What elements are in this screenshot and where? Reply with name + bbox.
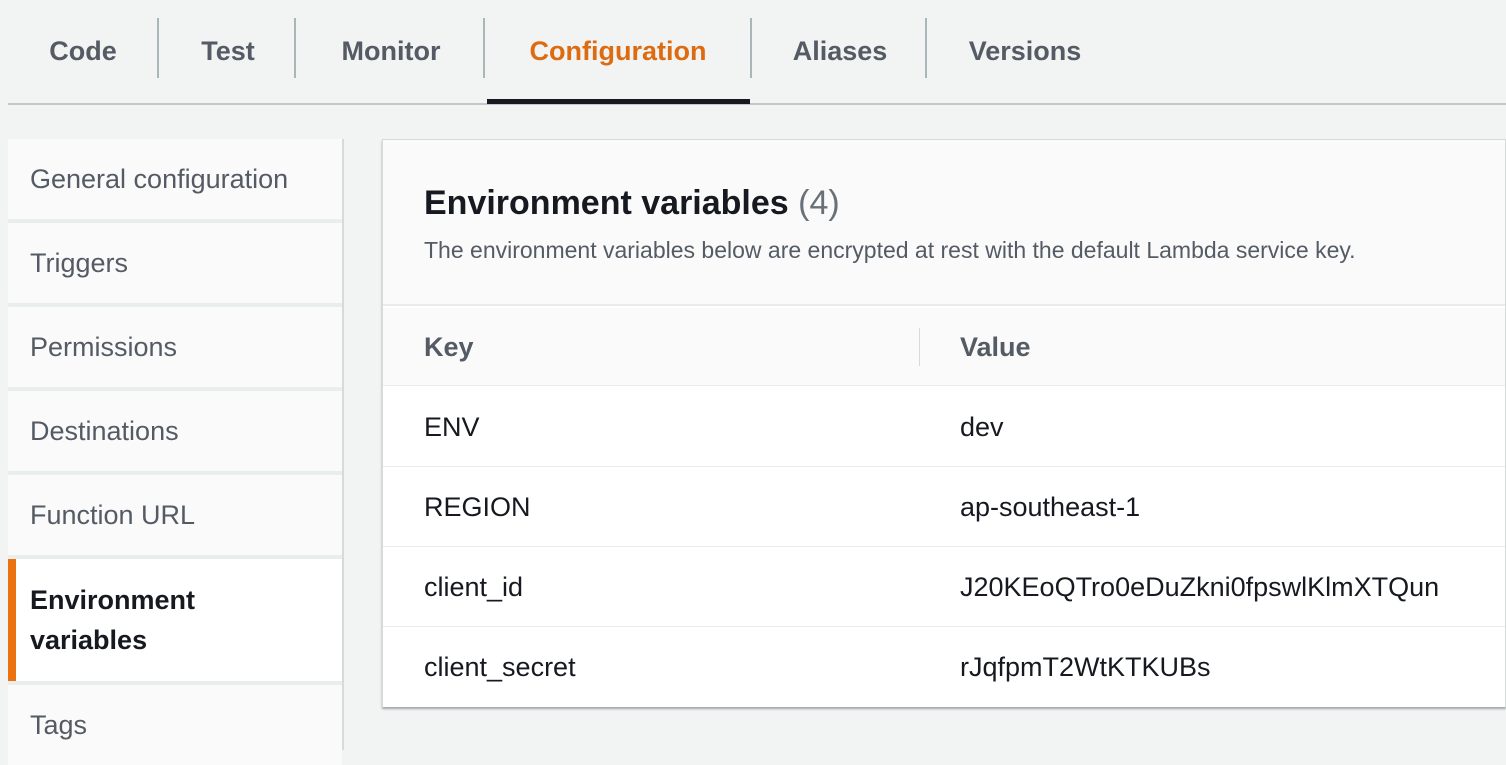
tab-divider [925, 18, 927, 78]
sidebar-item-environment-variables[interactable]: Environment variables [8, 559, 342, 681]
column-divider [919, 328, 920, 366]
variable-count: (4) [798, 184, 840, 222]
variable-key: client_id [424, 571, 524, 602]
sidebar-item-tags[interactable]: Tags [8, 685, 342, 765]
column-header-key[interactable]: Key [424, 308, 474, 386]
sidebar-item-function-url[interactable]: Function URL [8, 475, 342, 555]
table-row: REGION ap-southeast-1 [383, 467, 1505, 547]
tab-bar: Code Test Monitor Configuration Aliases … [8, 0, 1506, 105]
variable-key: client_secret [424, 651, 576, 682]
table-row: ENV dev [383, 387, 1505, 467]
table-row: client_id J20KEoQTro0eDuZkni0fpswlKlmXTQ… [383, 547, 1505, 627]
table-header: Key Value [383, 308, 1505, 386]
tab-divider [294, 18, 296, 78]
environment-variables-panel: Environment variables (4) The environmen… [382, 139, 1506, 707]
panel-title: Environment variables (4) [424, 184, 840, 223]
active-tab-indicator [487, 99, 750, 104]
variable-value: rJqfpmT2WtKTKUBs [960, 651, 1211, 682]
table-row: client_secret rJqfpmT2WtKTKUBs [383, 627, 1505, 707]
sidebar-item-general-configuration[interactable]: General configuration [8, 139, 342, 219]
variable-value: ap-southeast-1 [960, 491, 1141, 522]
tab-code[interactable]: Code [32, 0, 134, 103]
variable-value: dev [960, 411, 1004, 442]
tab-divider [483, 18, 485, 78]
sidebar-item-triggers[interactable]: Triggers [8, 223, 342, 303]
variable-key: REGION [424, 491, 531, 522]
panel-description: The environment variables below are encr… [424, 237, 1356, 263]
variable-key: ENV [424, 411, 480, 442]
tab-configuration[interactable]: Configuration [494, 0, 742, 103]
tab-divider [157, 18, 159, 78]
tab-aliases[interactable]: Aliases [768, 0, 912, 103]
panel-title-text: Environment variables [424, 184, 789, 222]
column-header-value[interactable]: Value [960, 308, 1031, 386]
variable-value: J20KEoQTro0eDuZkni0fpswlKlmXTQun [960, 571, 1440, 602]
tab-test[interactable]: Test [178, 0, 278, 103]
sidebar-item-permissions[interactable]: Permissions [8, 307, 342, 387]
tab-monitor[interactable]: Monitor [318, 0, 464, 103]
tab-versions[interactable]: Versions [943, 0, 1107, 103]
config-sidenav: General configuration Triggers Permissio… [8, 139, 344, 765]
sidebar-item-destinations[interactable]: Destinations [8, 391, 342, 471]
panel-header: Environment variables (4) The environmen… [383, 140, 1505, 306]
tab-divider [750, 18, 752, 78]
